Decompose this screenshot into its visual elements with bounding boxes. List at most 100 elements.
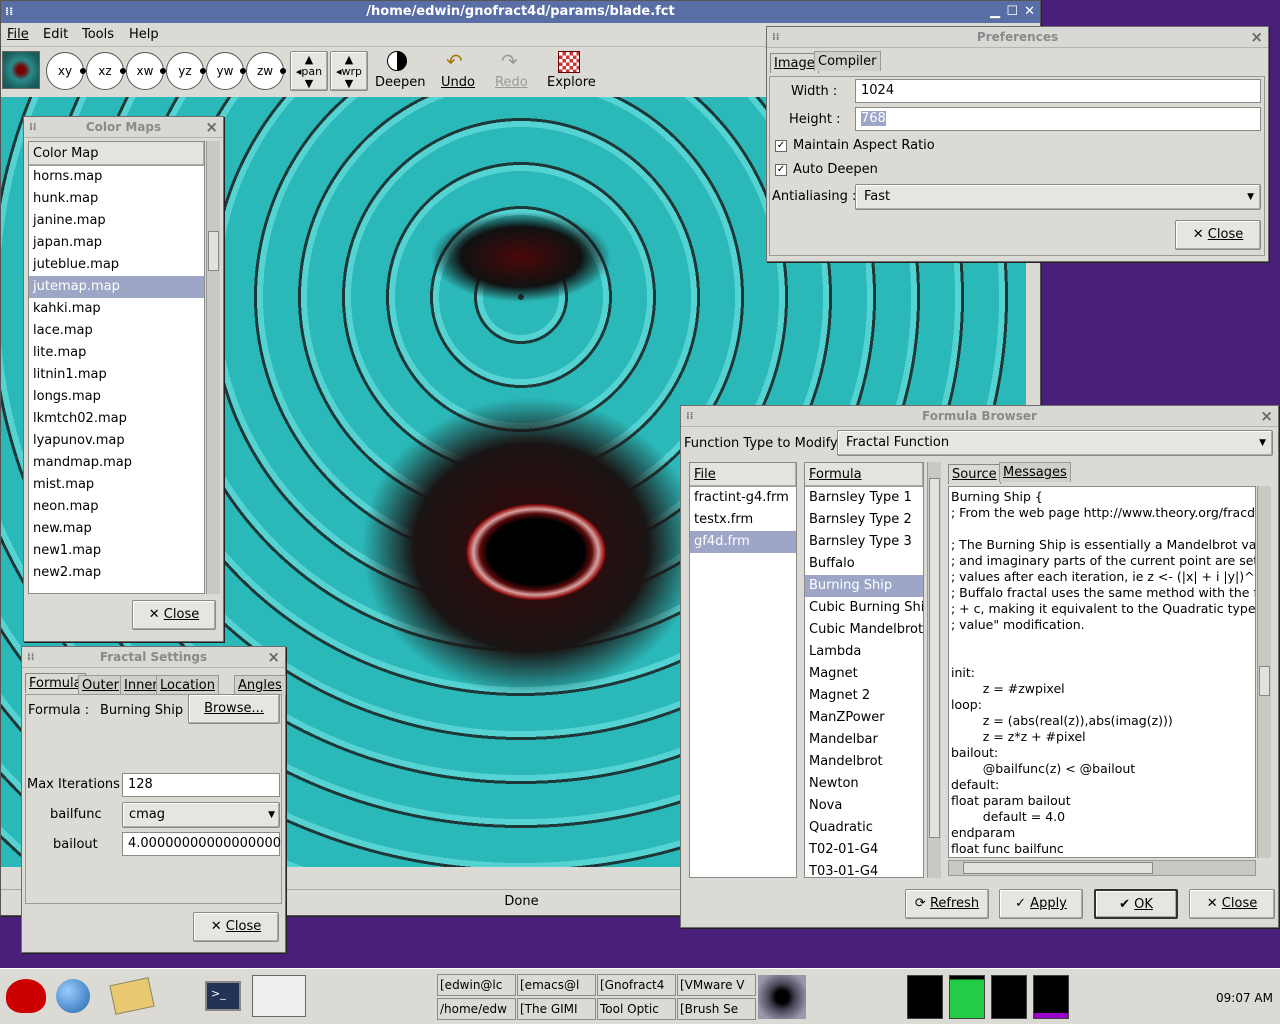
list-item[interactable]: Mandelbar	[805, 729, 923, 751]
max-iterations-input[interactable]: 128	[122, 773, 280, 797]
list-item[interactable]: horns.map	[29, 166, 204, 188]
fractal-settings-titlebar[interactable]: ⁞⁞ Fractal Settings ×	[22, 647, 285, 668]
preferences-close-button[interactable]: ✕ Close	[1175, 220, 1261, 250]
taskbar-task[interactable]: [The GIMI	[517, 998, 596, 1020]
close-icon[interactable]: ×	[1260, 406, 1273, 427]
file-list[interactable]: File fractint-g4.frm testx.frm gf4d.frm	[689, 462, 797, 878]
menu-edit[interactable]: Edit	[43, 27, 68, 42]
list-item[interactable]: T03-01-G4	[805, 861, 923, 877]
main-window-menu-icon[interactable]: ⁞⁞	[5, 1, 13, 23]
source-text[interactable]: Burning Ship { ; From the web page http:…	[951, 489, 1255, 857]
scroll-thumb[interactable]	[1259, 666, 1270, 696]
tab-compiler[interactable]: Compiler	[814, 51, 881, 71]
taskbar-task[interactable]: [Gnofract4	[597, 974, 676, 996]
height-input[interactable]: 768	[855, 107, 1261, 131]
taskbar-task[interactable]: [emacs@l	[517, 974, 596, 996]
tab-angles[interactable]: Angles	[234, 675, 286, 695]
list-item[interactable]: neon.map	[29, 496, 204, 518]
checkbox-icon[interactable]: ✓	[775, 163, 787, 176]
ok-button[interactable]: ✔ OK	[1094, 889, 1178, 919]
formula-list[interactable]: Formula Barnsley Type 1 Barnsley Type 2 Ba…	[804, 462, 924, 878]
scroll-thumb[interactable]	[929, 478, 940, 838]
list-item[interactable]: Nova	[805, 795, 923, 817]
list-item[interactable]: litnin1.map	[29, 364, 204, 386]
pan-button[interactable]: ▲ ◂pan ▼	[290, 51, 328, 91]
list-item[interactable]: Barnsley Type 2	[805, 509, 923, 531]
refresh-button[interactable]: ⟳ Refresh	[905, 889, 989, 919]
explore-label[interactable]: Explore	[547, 75, 596, 90]
apply-button[interactable]: ✓ Apply	[999, 889, 1083, 919]
list-item[interactable]: Burning Ship	[805, 575, 923, 597]
width-input[interactable]: 1024	[855, 79, 1261, 103]
list-item[interactable]: janine.map	[29, 210, 204, 232]
mail-icon[interactable]	[109, 977, 155, 1015]
list-item[interactable]: jutemap.map	[29, 276, 204, 298]
formula-browser-titlebar[interactable]: ⁞⁞ Formula Browser ×	[681, 406, 1278, 427]
plane-button-xy[interactable]: xy	[46, 52, 86, 90]
terminal-icon[interactable]: >_	[205, 981, 241, 1011]
deepen-label[interactable]: Deepen	[375, 75, 426, 90]
taskbar-task[interactable]: [edwin@lc	[437, 974, 516, 996]
redo-label[interactable]: Redo	[495, 75, 528, 90]
gnofract-tray-thumbnail[interactable]	[758, 975, 806, 1019]
source-hscrollbar[interactable]	[948, 860, 1256, 876]
list-item[interactable]: testx.frm	[690, 509, 796, 531]
color-maps-titlebar[interactable]: ⁞⁞ Color Maps ×	[24, 117, 223, 138]
auto-deepen-checkbox[interactable]: ✓ Auto Deepen	[775, 162, 878, 177]
plane-button-yz[interactable]: yz	[166, 52, 206, 90]
list-item[interactable]: Cubic Burning Ship	[805, 597, 923, 619]
workspace-switcher-icon[interactable]	[252, 975, 306, 1017]
color-map-list[interactable]: Color Map horns.map hunk.map janine.map jap…	[28, 141, 205, 594]
list-item[interactable]: lyapunov.map	[29, 430, 204, 452]
tab-formula[interactable]: Formula	[25, 673, 86, 693]
redo-icon[interactable]: ↷	[501, 49, 518, 73]
taskbar-task[interactable]: /home/edw	[437, 998, 516, 1020]
source-text-area[interactable]: Burning Ship { ; From the web page http:…	[948, 486, 1256, 858]
scroll-thumb[interactable]	[208, 231, 219, 271]
list-item[interactable]: Magnet	[805, 663, 923, 685]
list-item[interactable]: lite.map	[29, 342, 204, 364]
plane-button-xw[interactable]: xw	[126, 52, 166, 90]
list-item[interactable]: new1.map	[29, 540, 204, 562]
list-item[interactable]: Lambda	[805, 641, 923, 663]
list-item[interactable]: new2.map	[29, 562, 204, 584]
scroll-thumb[interactable]	[963, 862, 1153, 874]
function-type-select[interactable]: Fractal Function ▼	[837, 430, 1273, 456]
menu-help[interactable]: Help	[129, 27, 159, 42]
taskbar-task[interactable]: [VMware V	[677, 974, 756, 996]
file-column-header[interactable]: File	[690, 463, 796, 487]
taskbar-task[interactable]: Tool Optic	[597, 998, 676, 1020]
list-item[interactable]: Magnet 2	[805, 685, 923, 707]
list-item[interactable]: gf4d.frm	[690, 531, 796, 553]
list-item[interactable]: Quadratic	[805, 817, 923, 839]
menu-tools[interactable]: Tools	[82, 27, 114, 42]
tab-outer[interactable]: Outer	[78, 675, 123, 695]
list-item[interactable]: Buffalo	[805, 553, 923, 575]
close-icon[interactable]: ×	[267, 647, 280, 668]
explore-icon[interactable]	[558, 51, 580, 73]
bailfunc-select[interactable]: cmag ▼	[122, 802, 280, 828]
fractal-settings-close-button[interactable]: ✕ Close	[193, 912, 279, 942]
antialiasing-select[interactable]: Fast ▼	[855, 184, 1261, 210]
redhat-menu-icon[interactable]	[6, 979, 46, 1013]
tab-source[interactable]: Source	[948, 464, 1001, 484]
list-item[interactable]: ManZPower	[805, 707, 923, 729]
tab-messages[interactable]: Messages	[999, 462, 1071, 482]
browser-globe-icon[interactable]	[56, 979, 90, 1013]
list-item[interactable]: longs.map	[29, 386, 204, 408]
formula-scrollbar[interactable]	[927, 462, 941, 878]
formula-browser-close-button[interactable]: ✕ Close	[1189, 889, 1275, 919]
list-item[interactable]: hunk.map	[29, 188, 204, 210]
formula-column-header[interactable]: Formula	[805, 463, 923, 487]
list-item[interactable]: fractint-g4.frm	[690, 487, 796, 509]
close-icon[interactable]: ×	[205, 117, 218, 138]
color-maps-close-button[interactable]: ✕ Close	[132, 600, 216, 630]
clock[interactable]: 09:07 AM	[1216, 991, 1273, 1005]
tab-location[interactable]: Location	[156, 675, 219, 695]
undo-label[interactable]: Undo	[441, 75, 475, 90]
plane-button-xz[interactable]: xz	[86, 52, 126, 90]
list-item[interactable]: Mandelbrot	[805, 751, 923, 773]
bailout-input[interactable]: 4.00000000000000000	[122, 832, 281, 856]
maintain-aspect-checkbox[interactable]: ✓ Maintain Aspect Ratio	[775, 138, 935, 153]
list-item[interactable]: Barnsley Type 1	[805, 487, 923, 509]
